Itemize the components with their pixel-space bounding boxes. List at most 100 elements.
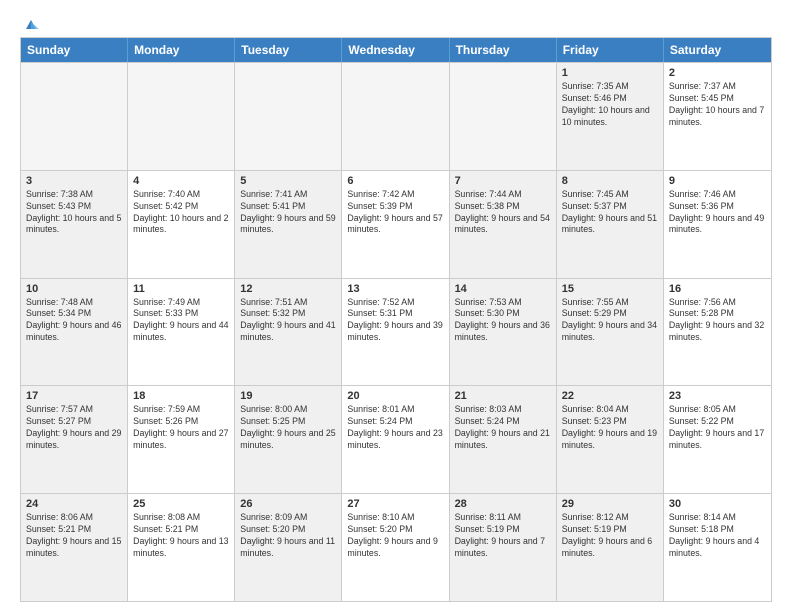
cal-cell-15: 15 Sunrise: 7:55 AM Sunset: 5:29 PM Dayli… xyxy=(557,279,664,386)
cal-cell-14: 14 Sunrise: 7:53 AM Sunset: 5:30 PM Dayli… xyxy=(450,279,557,386)
day-info: Sunrise: 7:46 AM Sunset: 5:36 PM Dayligh… xyxy=(669,189,766,237)
header-cell-thursday: Thursday xyxy=(450,38,557,62)
cal-cell-empty-1 xyxy=(128,63,235,170)
day-number: 21 xyxy=(455,390,551,402)
cal-cell-18: 18Sunrise: 7:59 AM Sunset: 5:26 PM Dayli… xyxy=(128,386,235,493)
day-info: Sunrise: 7:55 AM Sunset: 5:29 PM Dayligh… xyxy=(562,297,658,345)
logo-icon xyxy=(22,15,40,33)
header xyxy=(20,15,772,29)
day-info: Sunrise: 8:14 AM Sunset: 5:18 PM Dayligh… xyxy=(669,512,766,560)
day-number: 8 xyxy=(562,175,658,187)
day-info: Sunrise: 8:06 AM Sunset: 5:21 PM Dayligh… xyxy=(26,512,122,560)
day-number: 14 xyxy=(455,283,551,295)
day-number: 29 xyxy=(562,498,658,510)
day-number: 16 xyxy=(669,283,766,295)
day-info: Sunrise: 8:09 AM Sunset: 5:20 PM Dayligh… xyxy=(240,512,336,560)
page: SundayMondayTuesdayWednesdayThursdayFrid… xyxy=(0,0,792,612)
day-info: Sunrise: 8:08 AM Sunset: 5:21 PM Dayligh… xyxy=(133,512,229,560)
cal-cell-30: 30 Sunrise: 8:14 AM Sunset: 5:18 PM Dayli… xyxy=(664,494,771,601)
cal-cell-17: 17 Sunrise: 7:57 AM Sunset: 5:27 PM Dayli… xyxy=(21,386,128,493)
day-number: 15 xyxy=(562,283,658,295)
header-cell-sunday: Sunday xyxy=(21,38,128,62)
header-cell-tuesday: Tuesday xyxy=(235,38,342,62)
day-info: Sunrise: 8:00 AM Sunset: 5:25 PM Dayligh… xyxy=(240,404,336,452)
cal-cell-empty-0 xyxy=(21,63,128,170)
cal-cell-1: 1 Sunrise: 7:35 AM Sunset: 5:46 PM Daylig… xyxy=(557,63,664,170)
cal-cell-22: 22Sunrise: 8:04 AM Sunset: 5:23 PM Dayli… xyxy=(557,386,664,493)
day-info: Sunrise: 7:56 AM Sunset: 5:28 PM Dayligh… xyxy=(669,297,766,345)
calendar-row-1: 3 Sunrise: 7:38 AM Sunset: 5:43 PM Daylig… xyxy=(21,170,771,278)
day-number: 19 xyxy=(240,390,336,402)
cal-cell-25: 25 Sunrise: 8:08 AM Sunset: 5:21 PM Dayli… xyxy=(128,494,235,601)
cal-cell-4: 4 Sunrise: 7:40 AM Sunset: 5:42 PM Daylig… xyxy=(128,171,235,278)
cal-cell-16: 16 Sunrise: 7:56 AM Sunset: 5:28 PM Dayli… xyxy=(664,279,771,386)
day-info: Sunrise: 7:51 AM Sunset: 5:32 PM Dayligh… xyxy=(240,297,336,345)
day-number: 23 xyxy=(669,390,766,402)
day-info: Sunrise: 7:57 AM Sunset: 5:27 PM Dayligh… xyxy=(26,404,122,452)
day-info: Sunrise: 7:38 AM Sunset: 5:43 PM Dayligh… xyxy=(26,189,122,237)
day-number: 4 xyxy=(133,175,229,187)
header-cell-saturday: Saturday xyxy=(664,38,771,62)
cal-cell-19: 19 Sunrise: 8:00 AM Sunset: 5:25 PM Dayli… xyxy=(235,386,342,493)
day-info: Sunrise: 8:03 AM Sunset: 5:24 PM Dayligh… xyxy=(455,404,551,452)
cal-cell-8: 8 Sunrise: 7:45 AM Sunset: 5:37 PM Daylig… xyxy=(557,171,664,278)
cal-cell-12: 12 Sunrise: 7:51 AM Sunset: 5:32 PM Dayli… xyxy=(235,279,342,386)
header-cell-monday: Monday xyxy=(128,38,235,62)
day-info: Sunrise: 7:52 AM Sunset: 5:31 PM Dayligh… xyxy=(347,297,443,345)
day-number: 6 xyxy=(347,175,443,187)
day-info: Sunrise: 8:05 AM Sunset: 5:22 PM Dayligh… xyxy=(669,404,766,452)
calendar-row-3: 17 Sunrise: 7:57 AM Sunset: 5:27 PM Dayli… xyxy=(21,385,771,493)
cal-cell-21: 21 Sunrise: 8:03 AM Sunset: 5:24 PM Dayli… xyxy=(450,386,557,493)
day-number: 27 xyxy=(347,498,443,510)
day-number: 30 xyxy=(669,498,766,510)
day-number: 3 xyxy=(26,175,122,187)
day-number: 13 xyxy=(347,283,443,295)
day-info: Sunrise: 8:10 AM Sunset: 5:20 PM Dayligh… xyxy=(347,512,443,560)
day-info: Sunrise: 7:35 AM Sunset: 5:46 PM Dayligh… xyxy=(562,81,658,129)
cal-cell-26: 26Sunrise: 8:09 AM Sunset: 5:20 PM Dayli… xyxy=(235,494,342,601)
cal-cell-empty-3 xyxy=(342,63,449,170)
day-number: 11 xyxy=(133,283,229,295)
cal-cell-29: 29Sunrise: 8:12 AM Sunset: 5:19 PM Dayli… xyxy=(557,494,664,601)
cal-cell-6: 6 Sunrise: 7:42 AM Sunset: 5:39 PM Daylig… xyxy=(342,171,449,278)
day-info: Sunrise: 7:45 AM Sunset: 5:37 PM Dayligh… xyxy=(562,189,658,237)
day-info: Sunrise: 7:40 AM Sunset: 5:42 PM Dayligh… xyxy=(133,189,229,237)
cal-cell-3: 3 Sunrise: 7:38 AM Sunset: 5:43 PM Daylig… xyxy=(21,171,128,278)
day-number: 7 xyxy=(455,175,551,187)
cal-cell-27: 27 Sunrise: 8:10 AM Sunset: 5:20 PM Dayli… xyxy=(342,494,449,601)
calendar: SundayMondayTuesdayWednesdayThursdayFrid… xyxy=(20,37,772,602)
cal-cell-5: 5 Sunrise: 7:41 AM Sunset: 5:41 PM Daylig… xyxy=(235,171,342,278)
day-number: 5 xyxy=(240,175,336,187)
day-number: 24 xyxy=(26,498,122,510)
cal-cell-11: 11 Sunrise: 7:49 AM Sunset: 5:33 PM Dayli… xyxy=(128,279,235,386)
day-info: Sunrise: 7:49 AM Sunset: 5:33 PM Dayligh… xyxy=(133,297,229,345)
day-number: 10 xyxy=(26,283,122,295)
day-number: 2 xyxy=(669,67,766,79)
day-number: 17 xyxy=(26,390,122,402)
logo xyxy=(20,15,40,29)
header-cell-friday: Friday xyxy=(557,38,664,62)
day-info: Sunrise: 7:44 AM Sunset: 5:38 PM Dayligh… xyxy=(455,189,551,237)
day-number: 18 xyxy=(133,390,229,402)
calendar-body: 1 Sunrise: 7:35 AM Sunset: 5:46 PM Daylig… xyxy=(21,62,771,601)
calendar-header: SundayMondayTuesdayWednesdayThursdayFrid… xyxy=(21,38,771,62)
calendar-row-2: 10 Sunrise: 7:48 AM Sunset: 5:34 PM Dayli… xyxy=(21,278,771,386)
cal-cell-28: 28Sunrise: 8:11 AM Sunset: 5:19 PM Dayli… xyxy=(450,494,557,601)
cal-cell-empty-2 xyxy=(235,63,342,170)
calendar-row-4: 24 Sunrise: 8:06 AM Sunset: 5:21 PM Dayli… xyxy=(21,493,771,601)
day-info: Sunrise: 7:53 AM Sunset: 5:30 PM Dayligh… xyxy=(455,297,551,345)
day-info: Sunrise: 7:42 AM Sunset: 5:39 PM Dayligh… xyxy=(347,189,443,237)
cal-cell-9: 9Sunrise: 7:46 AM Sunset: 5:36 PM Daylig… xyxy=(664,171,771,278)
day-number: 12 xyxy=(240,283,336,295)
day-number: 1 xyxy=(562,67,658,79)
day-info: Sunrise: 7:37 AM Sunset: 5:45 PM Dayligh… xyxy=(669,81,766,129)
day-number: 28 xyxy=(455,498,551,510)
header-cell-wednesday: Wednesday xyxy=(342,38,449,62)
day-number: 25 xyxy=(133,498,229,510)
cal-cell-empty-4 xyxy=(450,63,557,170)
cal-cell-24: 24 Sunrise: 8:06 AM Sunset: 5:21 PM Dayli… xyxy=(21,494,128,601)
day-number: 22 xyxy=(562,390,658,402)
day-info: Sunrise: 7:48 AM Sunset: 5:34 PM Dayligh… xyxy=(26,297,122,345)
cal-cell-10: 10 Sunrise: 7:48 AM Sunset: 5:34 PM Dayli… xyxy=(21,279,128,386)
day-info: Sunrise: 7:41 AM Sunset: 5:41 PM Dayligh… xyxy=(240,189,336,237)
